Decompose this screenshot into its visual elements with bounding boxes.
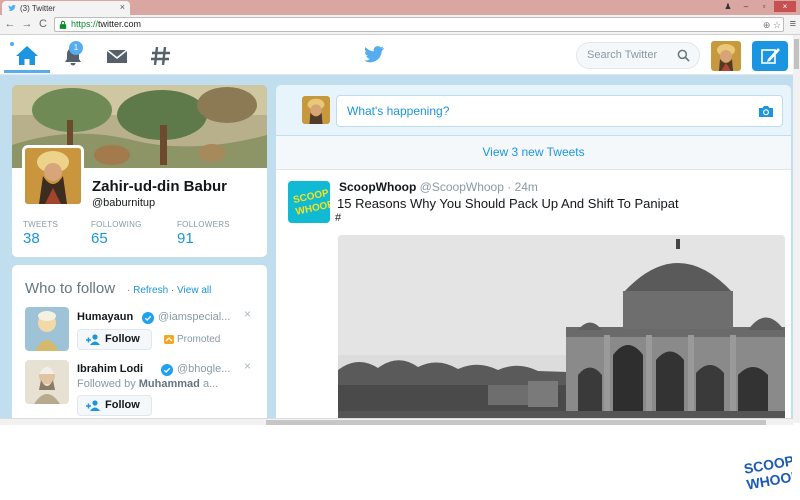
separator: ·	[127, 285, 131, 296]
follow-button[interactable]: Follow	[77, 395, 152, 416]
tweet-author-line: ScoopWhoop @ScoopWhoop · 24m	[339, 180, 538, 194]
compose-avatar	[302, 96, 330, 124]
followers-stat-label[interactable]: FOLLOWERS	[177, 220, 230, 229]
suggestion-avatar[interactable]	[25, 360, 69, 404]
promoted-text: Promoted	[177, 334, 221, 345]
account-avatar[interactable]	[711, 41, 741, 71]
compose-placeholder: What's happening?	[347, 104, 450, 118]
url-protocol: https://	[71, 19, 99, 29]
discover-hashtag-icon[interactable]	[148, 44, 174, 68]
compose-input[interactable]: What's happening?	[336, 95, 783, 127]
follow-button-label: Follow	[105, 333, 140, 345]
scrollbar-thumb[interactable]	[794, 39, 799, 69]
messages-envelope-icon[interactable]	[104, 44, 130, 68]
profile-avatar[interactable]	[22, 145, 84, 207]
search-icon[interactable]	[677, 49, 690, 62]
tweet-timestamp[interactable]: · 24m	[507, 180, 538, 194]
follow-button[interactable]: Follow	[77, 329, 152, 350]
screenshot-root: (3) Twitter × ♟ – ▫ × ← → C https://twit…	[0, 0, 800, 500]
scoopwhoop-logo-icon: SCOOPWHOOP	[288, 181, 330, 223]
window-controls: ♟ – ▫ ×	[720, 1, 796, 12]
camera-icon[interactable]	[758, 104, 774, 118]
maximize-button[interactable]: ▫	[756, 1, 772, 12]
address-bar[interactable]: https://twitter.com ⊕ ☆	[54, 17, 784, 32]
tab-close-icon[interactable]: ×	[120, 2, 125, 12]
scrollbar-thumb[interactable]	[266, 420, 766, 425]
follow-button-label: Follow	[105, 399, 140, 411]
home-icon[interactable]	[14, 43, 40, 67]
lock-icon	[59, 20, 67, 29]
twitter-favicon-icon	[8, 4, 16, 11]
horizontal-scrollbar[interactable]	[0, 418, 793, 425]
twitter-bird-logo-icon[interactable]	[363, 46, 385, 64]
browser-menu-icon[interactable]: ≡	[790, 18, 796, 30]
view-all-link[interactable]: View all	[177, 285, 211, 296]
promoted-label: Promoted	[164, 334, 220, 345]
who-to-follow-title: Who to follow	[25, 280, 116, 297]
ibrahim-lodi-portrait-image	[25, 360, 69, 404]
following-stat-label[interactable]: FOLLOWING	[91, 220, 142, 229]
verified-badge-icon	[161, 364, 173, 376]
scoopwhoop-watermark-logo: SCOOP WHOOP	[743, 453, 792, 493]
profile-card: Zahir-ud-din Babur @baburnitup TWEETS 38…	[12, 85, 267, 257]
back-button[interactable]: ←	[3, 17, 17, 31]
humayun-portrait-image	[25, 307, 69, 351]
add-user-icon	[86, 400, 100, 411]
tweets-stat-value[interactable]: 38	[23, 230, 40, 247]
browser-toolbar: ← → C https://twitter.com ⊕ ☆ ≡	[0, 15, 800, 35]
minimize-button[interactable]: –	[738, 1, 754, 12]
followed-by-suffix: a...	[202, 378, 219, 390]
panipat-mosque-photo	[338, 235, 785, 418]
close-window-button[interactable]: ×	[774, 1, 796, 12]
tweets-stat-label[interactable]: TWEETS	[23, 220, 58, 229]
url-host: twitter.com	[98, 19, 142, 29]
profile-name[interactable]: Zahir-ud-din Babur	[92, 178, 227, 195]
notifications-count-badge: 1	[69, 41, 83, 55]
forward-button[interactable]: →	[20, 17, 34, 31]
browser-tab[interactable]: (3) Twitter ×	[2, 1, 130, 15]
search-placeholder: Search Twitter	[587, 49, 658, 61]
suggestion-name[interactable]: Ibrahim Lodi	[77, 363, 143, 375]
who-to-follow-card: Who to follow · Refresh · View all Humay…	[12, 265, 267, 418]
tweet-text: 15 Reasons Why You Should Pack Up And Sh…	[337, 196, 679, 211]
tweet-author-avatar[interactable]: SCOOP WHOOP	[288, 181, 330, 223]
vertical-scrollbar[interactable]	[793, 35, 800, 423]
suggestion-name[interactable]: Humayaun	[77, 311, 133, 323]
compose-quill-icon	[761, 48, 780, 64]
followers-stat-value[interactable]: 91	[177, 230, 194, 247]
suggestion-handle[interactable]: @iamspecial...	[158, 311, 230, 323]
tweet-media-image[interactable]	[338, 235, 785, 418]
promoted-icon	[164, 335, 174, 344]
followed-by-prefix: Followed by	[77, 378, 136, 390]
search-input[interactable]: Search Twitter	[576, 42, 700, 69]
suggestion-handle[interactable]: @bhogle...	[177, 363, 230, 375]
mughal-portrait-avatar-icon	[711, 41, 741, 71]
dismiss-suggestion-icon[interactable]: ×	[244, 359, 251, 373]
babur-portrait-image	[25, 148, 81, 204]
view-new-tweets-bar[interactable]: View 3 new Tweets	[276, 136, 791, 170]
mughal-portrait-avatar-icon	[302, 96, 330, 124]
home-active-indicator	[4, 70, 50, 73]
tweet-author-handle[interactable]: @ScoopWhoop	[420, 180, 504, 194]
tweet-author-name[interactable]: ScoopWhoop	[339, 180, 416, 194]
compose-tweet-button[interactable]	[752, 41, 788, 71]
profile-handle[interactable]: @baburnitup	[92, 197, 155, 209]
reload-button[interactable]: C	[36, 17, 50, 31]
browser-tab-strip: (3) Twitter × ♟ – ▫ ×	[0, 0, 800, 15]
following-stat-value[interactable]: 65	[91, 230, 108, 247]
dismiss-suggestion-icon[interactable]: ×	[244, 307, 251, 321]
profile-switcher-icon[interactable]: ♟	[720, 1, 736, 12]
followed-by-name[interactable]: Muhammad	[139, 378, 200, 390]
followed-by-text: Followed by Muhammad a...	[77, 378, 218, 390]
tweet-hashtag[interactable]: #	[335, 212, 341, 224]
refresh-link[interactable]: Refresh	[133, 285, 168, 296]
tab-title: (3) Twitter	[20, 3, 56, 13]
zoom-and-bookmark-icons[interactable]: ⊕ ☆	[763, 19, 781, 32]
suggestion-avatar[interactable]	[25, 307, 69, 351]
who-to-follow-links: · Refresh · View all	[127, 285, 211, 296]
separator: ·	[170, 285, 175, 296]
add-user-icon	[86, 334, 100, 345]
verified-badge-icon	[142, 312, 154, 324]
